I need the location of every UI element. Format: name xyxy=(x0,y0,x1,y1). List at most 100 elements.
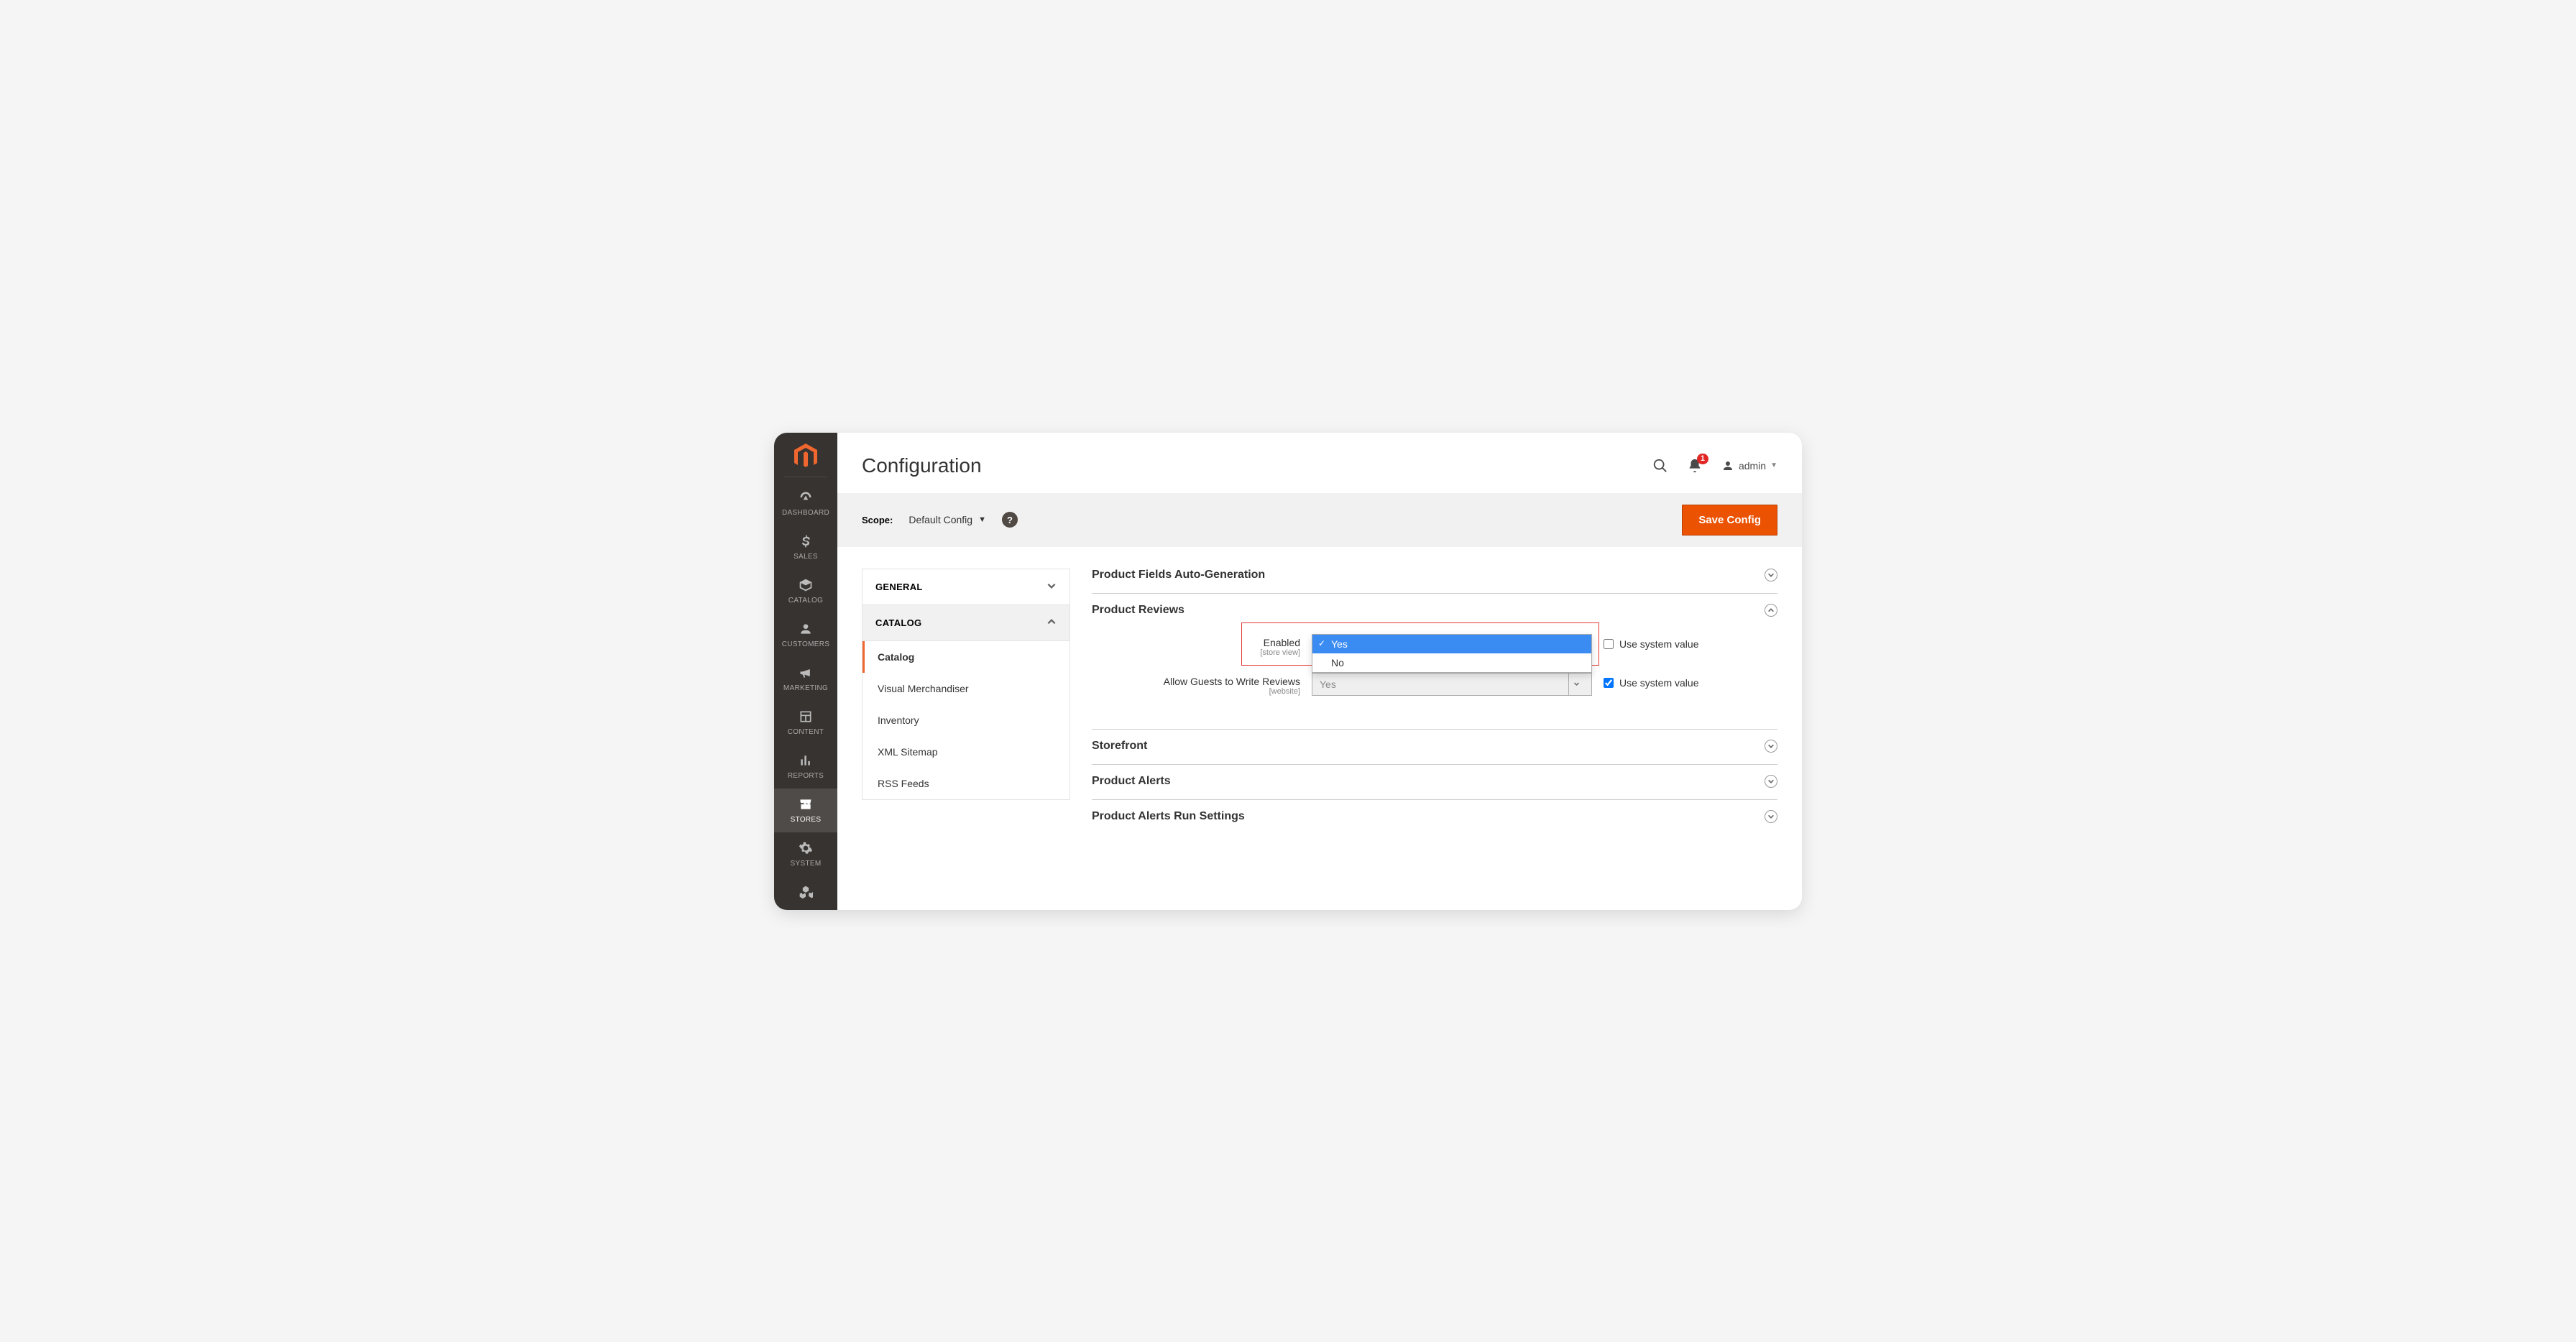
section-product-reviews: Product Reviews Enabled [store view] xyxy=(1092,594,1777,730)
option-yes[interactable]: Yes xyxy=(1312,635,1591,653)
use-system-checkbox[interactable] xyxy=(1604,678,1614,688)
section-toggle[interactable]: Product Alerts xyxy=(1092,775,1777,788)
guests-select[interactable]: Yes xyxy=(1312,673,1592,696)
sidebar-item-customers[interactable]: CUSTOMERS xyxy=(774,613,837,657)
user-icon xyxy=(1721,459,1734,472)
sidebar-item-dashboard[interactable]: DASHBOARD xyxy=(774,482,837,525)
chevron-down-icon xyxy=(1046,581,1057,593)
use-system-value[interactable]: Use system value xyxy=(1604,673,1698,689)
config-tabs: GENERAL CATALOG Catalog Visual Merchandi… xyxy=(862,569,1070,800)
notification-badge: 1 xyxy=(1697,454,1708,464)
sidebar-item-partners[interactable] xyxy=(774,876,837,904)
sidebar-item-content[interactable]: CONTENT xyxy=(774,701,837,745)
top-bar: Configuration 1 admin ▼ xyxy=(837,433,1802,493)
box-icon xyxy=(774,576,837,594)
sidebar-label: CUSTOMERS xyxy=(774,640,837,648)
person-icon xyxy=(774,620,837,638)
caret-down-icon xyxy=(1568,674,1584,695)
caret-down-icon: ▼ xyxy=(978,515,986,524)
section-title: Storefront xyxy=(1092,740,1147,753)
sidebar-item-catalog[interactable]: CATALOG xyxy=(774,569,837,613)
subtab-label: XML Sitemap xyxy=(878,746,938,758)
subtab-label: Visual Merchandiser xyxy=(878,683,969,694)
sidebar-label: STORES xyxy=(774,816,837,824)
select-box[interactable]: Yes xyxy=(1312,673,1592,696)
sidebar-label: REPORTS xyxy=(774,772,837,780)
section-storefront: Storefront xyxy=(1092,730,1777,765)
section-auto-generation: Product Fields Auto-Generation xyxy=(1092,569,1777,594)
bars-icon xyxy=(774,752,837,769)
sidebar-label: DASHBOARD xyxy=(774,509,837,517)
use-system-label: Use system value xyxy=(1619,638,1698,650)
scope-value: Default Config xyxy=(908,514,972,525)
gauge-icon xyxy=(774,489,837,506)
user-name: admin xyxy=(1739,460,1766,472)
sidebar-label: MARKETING xyxy=(774,684,837,692)
chevron-down-circle-icon xyxy=(1765,810,1777,823)
tab-general[interactable]: GENERAL xyxy=(862,569,1070,605)
option-no[interactable]: No xyxy=(1312,653,1591,672)
notifications-icon[interactable]: 1 xyxy=(1687,458,1703,474)
use-system-value[interactable]: Use system value xyxy=(1604,634,1698,650)
sidebar-item-system[interactable]: SYSTEM xyxy=(774,832,837,876)
section-title: Product Alerts Run Settings xyxy=(1092,810,1245,823)
magento-logo[interactable] xyxy=(784,437,827,477)
scope-note: [website] xyxy=(1092,687,1300,696)
section-toggle[interactable]: Storefront xyxy=(1092,740,1777,753)
admin-sidebar: DASHBOARD SALES CATALOG CUSTOMERS MARKET… xyxy=(774,433,837,910)
use-system-checkbox[interactable] xyxy=(1604,639,1614,649)
section-title: Product Alerts xyxy=(1092,775,1171,788)
search-icon[interactable] xyxy=(1652,458,1668,474)
subtab-inventory[interactable]: Inventory xyxy=(862,704,1070,736)
sidebar-item-marketing[interactable]: MARKETING xyxy=(774,657,837,701)
user-menu[interactable]: admin ▼ xyxy=(1721,459,1777,472)
subtab-label: Inventory xyxy=(878,714,919,726)
section-body: Enabled [store view] Yes No xyxy=(1092,617,1777,717)
select-value: Yes xyxy=(1320,679,1336,690)
sidebar-item-sales[interactable]: SALES xyxy=(774,525,837,569)
field-label: Allow Guests to Write Reviews [website] xyxy=(1092,673,1300,696)
gear-icon xyxy=(774,840,837,857)
subtab-label: RSS Feeds xyxy=(878,778,929,789)
megaphone-icon xyxy=(774,664,837,681)
store-icon xyxy=(774,796,837,813)
use-system-label: Use system value xyxy=(1619,677,1698,689)
app-frame: DASHBOARD SALES CATALOG CUSTOMERS MARKET… xyxy=(774,433,1802,910)
field-allow-guests: Allow Guests to Write Reviews [website] … xyxy=(1092,673,1777,696)
chevron-down-circle-icon xyxy=(1765,775,1777,788)
section-product-alerts-run: Product Alerts Run Settings xyxy=(1092,800,1777,835)
section-toggle[interactable]: Product Reviews xyxy=(1092,604,1777,617)
sidebar-item-stores[interactable]: STORES xyxy=(774,789,837,832)
sidebar-label: CONTENT xyxy=(774,728,837,736)
boxes-icon xyxy=(774,883,837,901)
section-toggle[interactable]: Product Fields Auto-Generation xyxy=(1092,569,1777,582)
sidebar-item-reports[interactable]: REPORTS xyxy=(774,745,837,789)
subtab-label: Catalog xyxy=(878,651,914,663)
dollar-icon xyxy=(774,533,837,550)
subtab-visual-merchandiser[interactable]: Visual Merchandiser xyxy=(862,673,1070,704)
field-label: Enabled [store view] xyxy=(1092,634,1300,657)
chevron-up-icon xyxy=(1046,617,1057,629)
scope-selector[interactable]: Default Config ▼ xyxy=(908,514,986,525)
section-product-alerts: Product Alerts xyxy=(1092,765,1777,800)
chevron-down-circle-icon xyxy=(1765,569,1777,582)
save-config-button[interactable]: Save Config xyxy=(1682,505,1777,536)
scope-bar: Scope: Default Config ▼ ? Save Config xyxy=(837,493,1802,547)
subtab-xml-sitemap[interactable]: XML Sitemap xyxy=(862,736,1070,768)
tab-label: CATALOG xyxy=(875,617,921,628)
field-enabled: Enabled [store view] Yes No xyxy=(1092,634,1777,657)
enabled-dropdown: Yes No xyxy=(1312,634,1592,673)
label-text: Enabled xyxy=(1264,637,1300,648)
chevron-down-circle-icon xyxy=(1765,740,1777,753)
layout-icon xyxy=(774,708,837,725)
tab-catalog[interactable]: CATALOG xyxy=(862,605,1070,641)
option-label: No xyxy=(1331,657,1344,668)
sidebar-label: CATALOG xyxy=(774,597,837,605)
page-title: Configuration xyxy=(862,454,982,477)
help-icon[interactable]: ? xyxy=(1002,512,1018,528)
subtab-rss-feeds[interactable]: RSS Feeds xyxy=(862,768,1070,799)
section-toggle[interactable]: Product Alerts Run Settings xyxy=(1092,810,1777,823)
section-title: Product Reviews xyxy=(1092,604,1184,617)
option-label: Yes xyxy=(1331,638,1348,650)
subtab-catalog[interactable]: Catalog xyxy=(862,641,1070,673)
